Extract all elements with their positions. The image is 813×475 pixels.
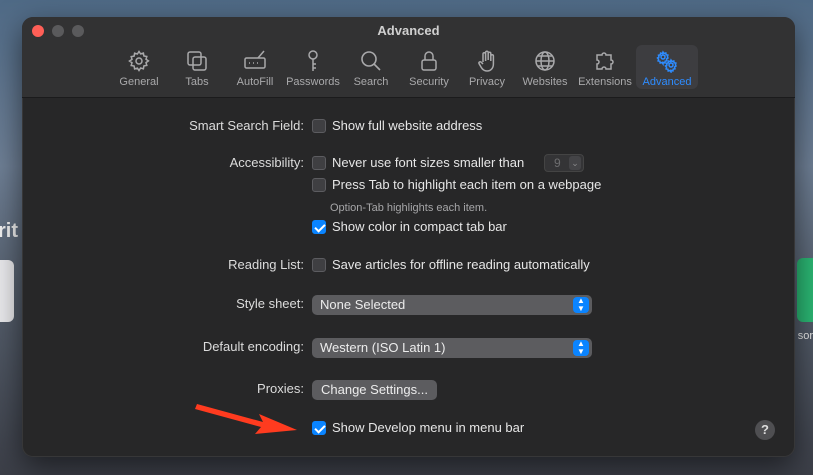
globe-icon [535, 51, 555, 71]
tab-tabs[interactable]: Tabs [168, 45, 226, 89]
min-font-size-checkbox[interactable] [312, 156, 326, 170]
offline-reading-text: Save articles for offline reading automa… [332, 257, 590, 272]
min-font-size-text: Never use font sizes smaller than [332, 155, 525, 170]
min-font-size-value: 9 [554, 156, 561, 170]
tab-privacy[interactable]: Privacy [458, 45, 516, 89]
help-button[interactable]: ? [755, 420, 775, 440]
background-card-left [0, 260, 14, 322]
popup-arrows-icon: ▲ ▼ [573, 297, 589, 313]
gear-icon [128, 50, 150, 72]
preferences-toolbar: General Tabs AutoFill Passwords Search S… [110, 45, 698, 89]
annotation-arrow [195, 404, 297, 434]
tab-security-label: Security [409, 76, 449, 88]
tabs-icon [187, 51, 207, 71]
style-sheet-row: Style sheet: None Selected ▲ ▼ [22, 294, 795, 316]
accessibility-row: Accessibility: Never use font sizes smal… [22, 153, 795, 175]
search-icon [361, 51, 381, 71]
tab-general[interactable]: General [110, 45, 168, 89]
compact-tab-color-text: Show color in compact tab bar [332, 219, 507, 234]
tab-websites[interactable]: Websites [516, 45, 574, 89]
gears-icon [656, 50, 677, 73]
style-sheet-value: None Selected [320, 297, 406, 312]
puzzle-icon [596, 52, 614, 70]
titlebar: Advanced General Tabs AutoFill Passwords… [22, 17, 795, 98]
window-title: Advanced [377, 23, 440, 38]
style-sheet-label: Style sheet: [236, 296, 304, 311]
popup-arrows-icon: ▲ ▼ [573, 340, 589, 356]
tab-advanced[interactable]: Advanced [636, 45, 698, 89]
background-text-left: rit [0, 220, 18, 242]
press-tab-row: Press Tab to highlight each item on a we… [22, 175, 795, 197]
default-encoding-label: Default encoding: [202, 339, 304, 354]
change-settings-button[interactable]: Change Settings... [312, 380, 437, 400]
tab-extensions[interactable]: Extensions [574, 45, 636, 89]
show-full-address-text: Show full website address [332, 118, 483, 133]
hand-icon [478, 50, 495, 72]
develop-menu-text: Show Develop menu in menu bar [332, 420, 525, 435]
press-tab-hint: Option-Tab highlights each item. [330, 202, 488, 214]
press-tab-checkbox[interactable] [312, 178, 326, 192]
background-app-icon-right [797, 258, 813, 322]
compact-tab-color-checkbox[interactable] [312, 220, 326, 234]
show-full-address-checkbox[interactable] [312, 119, 326, 133]
chevron-down-icon: ⌄ [569, 156, 581, 170]
background-text-right: sor [797, 330, 813, 342]
tab-autofill[interactable]: AutoFill [226, 45, 284, 89]
min-font-size-select[interactable]: 9 ⌄ [544, 154, 584, 172]
develop-menu-row: Show Develop menu in menu bar [22, 418, 795, 440]
smart-search-row: Smart Search Field: Show full website ad… [22, 116, 795, 138]
proxies-row: Proxies: Change Settings... [22, 379, 795, 401]
autofill-icon [244, 50, 266, 69]
key-icon [308, 50, 318, 71]
smart-search-label: Smart Search Field: [189, 118, 304, 133]
press-tab-text: Press Tab to highlight each item on a we… [332, 177, 602, 192]
reading-list-row: Reading List: Save articles for offline … [22, 255, 795, 277]
tab-extensions-label: Extensions [578, 76, 632, 88]
tab-advanced-label: Advanced [642, 76, 692, 88]
tab-passwords-label: Passwords [286, 76, 340, 88]
tab-websites-label: Websites [522, 76, 568, 88]
tab-autofill-label: AutoFill [236, 76, 274, 88]
default-encoding-row: Default encoding: Western (ISO Latin 1) … [22, 337, 795, 359]
tab-security[interactable]: Security [400, 45, 458, 89]
preferences-window: Advanced General Tabs AutoFill Passwords… [22, 17, 795, 457]
tab-tabs-label: Tabs [185, 76, 209, 88]
develop-menu-checkbox[interactable] [312, 421, 326, 435]
tab-general-label: General [119, 76, 159, 88]
compact-tab-color-row: Show color in compact tab bar [22, 217, 795, 239]
lock-icon [421, 51, 437, 71]
style-sheet-popup[interactable]: None Selected ▲ ▼ [312, 295, 592, 315]
tab-privacy-label: Privacy [468, 76, 506, 88]
tab-search[interactable]: Search [342, 45, 400, 89]
tab-passwords[interactable]: Passwords [284, 45, 342, 89]
reading-list-label: Reading List: [228, 257, 304, 272]
tab-search-label: Search [353, 76, 389, 88]
default-encoding-popup[interactable]: Western (ISO Latin 1) ▲ ▼ [312, 338, 592, 358]
accessibility-label: Accessibility: [229, 155, 304, 170]
default-encoding-value: Western (ISO Latin 1) [320, 340, 446, 355]
offline-reading-checkbox[interactable] [312, 258, 326, 272]
